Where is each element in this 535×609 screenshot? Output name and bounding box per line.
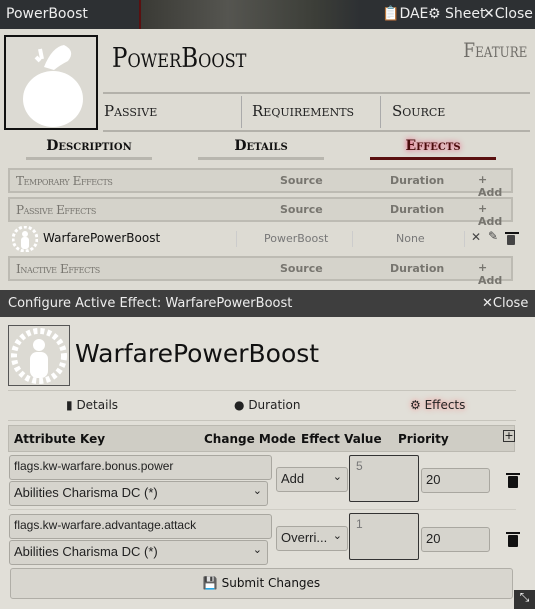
dae-label: DAE [399,6,429,22]
chevron-down-icon: ⌄ [332,530,342,542]
requirements-field[interactable]: Requirements [252,102,354,120]
delete-effect-icon[interactable] [505,232,519,245]
add-inactive-effect-button[interactable]: + Add [478,261,511,287]
effect-duration: None [396,232,425,245]
effect-name-input[interactable]: WarfarePowerBoost [75,339,319,368]
effect-image[interactable] [8,325,70,386]
column-attribute-key: Attribute Key [14,432,106,446]
chevron-down-icon: ⌄ [252,485,262,497]
section-label: Temporary Effects [16,174,113,188]
effect-value-textarea[interactable]: 5 [349,455,419,502]
close-button[interactable]: ✕Close [483,6,533,22]
source-column: Source [280,262,323,275]
close-icon: ✕ [483,6,495,22]
change-mode-select[interactable]: Overri... ⌄ [276,526,348,551]
tab-description[interactable]: Description [26,138,152,160]
chevron-down-icon: ⌄ [332,471,342,483]
cogs-icon: ⚙ [410,398,421,412]
save-icon: 💾 [202,576,218,590]
dialog-tab-details[interactable]: ▮ Details [66,398,118,412]
toggle-effect-icon[interactable]: ✕ [471,230,481,244]
attribute-select[interactable]: Abilities Charisma DC (*) ⌄ [9,540,268,565]
column-change-mode: Change Mode [204,432,296,446]
background-scene [140,0,360,29]
dialog-close-button[interactable]: ✕Close [482,296,528,311]
submit-label: Submit Changes [221,576,321,590]
divider [139,0,141,29]
dialog-tab-duration[interactable]: ● Duration [234,398,300,412]
temporary-effects-header: Temporary Effects Source Duration + Add [8,168,513,199]
attribute-key-input[interactable]: flags.kw-warfare.bonus.power [9,455,272,480]
duration-column: Duration [390,262,445,275]
edit-effect-icon[interactable]: ✎ [488,229,498,243]
inactive-effects-header: Inactive Effects Source Duration + Add [8,256,513,287]
add-temporary-effect-button[interactable]: + Add [478,173,511,199]
effect-name: WarfarePowerBoost [43,231,161,245]
change-mode-select[interactable]: Add ⌄ [276,467,348,492]
changes-header: Attribute Key Change Mode Effect Value P… [8,425,515,452]
effect-icon [11,328,67,384]
effect-source: PowerBoost [264,232,329,245]
source-column: Source [280,203,323,216]
add-change-icon[interactable]: + [503,430,515,442]
source-column: Source [280,174,323,187]
dialog-title: Configure Active Effect: WarfarePowerBoo… [8,296,293,311]
add-passive-effect-button[interactable]: + Add [478,202,511,228]
close-icon: ✕ [482,296,493,311]
effect-value-textarea[interactable]: 1 [349,513,419,560]
sheet-titlebar[interactable]: PowerBoost 📋DAE ⚙ Sheet ✕Close [0,0,535,29]
submit-changes-button[interactable]: 💾 Submit Changes [10,568,513,599]
delete-change-icon[interactable] [506,532,520,547]
effect-icon [12,226,38,252]
book-icon: ▮ [66,398,73,412]
item-type: Feature [462,38,527,62]
sheet-button[interactable]: ⚙ Sheet [428,6,486,22]
dialog-tab-effects[interactable]: ⚙ Effects [410,398,465,412]
gear-icon: ⚙ [428,6,441,22]
item-sheet: PowerBoost Feature Passive Requirements … [0,29,535,290]
attribute-key-input[interactable]: flags.kw-warfare.advantage.attack [9,514,272,539]
active-effect-config-dialog: Configure Active Effect: WarfarePowerBoo… [0,290,535,609]
chevron-down-icon: ⌄ [252,544,262,556]
delete-change-icon[interactable] [506,473,520,488]
duration-column: Duration [390,203,445,216]
clipboard-icon: 📋 [382,6,400,22]
effect-row[interactable]: WarfarePowerBoost PowerBoost None ✕ ✎ [8,226,519,252]
window-title: PowerBoost [6,6,88,22]
column-effect-value: Effect Value [301,432,382,446]
column-priority: Priority [398,432,449,446]
passive-effects-header: Passive Effects Source Duration + Add [8,197,513,228]
sheet-label: Sheet [445,6,486,22]
tab-effects[interactable]: Effects [370,138,496,160]
priority-input[interactable]: 20 [421,527,490,552]
dae-button[interactable]: 📋DAE [382,6,428,22]
item-name[interactable]: PowerBoost [112,43,246,74]
section-label: Inactive Effects [16,262,100,276]
section-label: Passive Effects [16,203,96,217]
item-image[interactable] [4,35,98,130]
duration-column: Duration [390,174,445,187]
dialog-titlebar[interactable]: Configure Active Effect: WarfarePowerBoo… [0,290,535,317]
priority-input[interactable]: 20 [421,468,490,493]
clock-icon: ● [234,398,245,412]
tab-details[interactable]: Details [198,138,324,160]
resize-handle-icon[interactable]: ⤡ [514,590,535,609]
close-label: Close [494,6,533,22]
attribute-select[interactable]: Abilities Charisma DC (*) ⌄ [9,481,268,506]
source-field[interactable]: Source [392,102,445,120]
activation-passive[interactable]: Passive [104,102,157,120]
bag-icon [23,45,83,127]
